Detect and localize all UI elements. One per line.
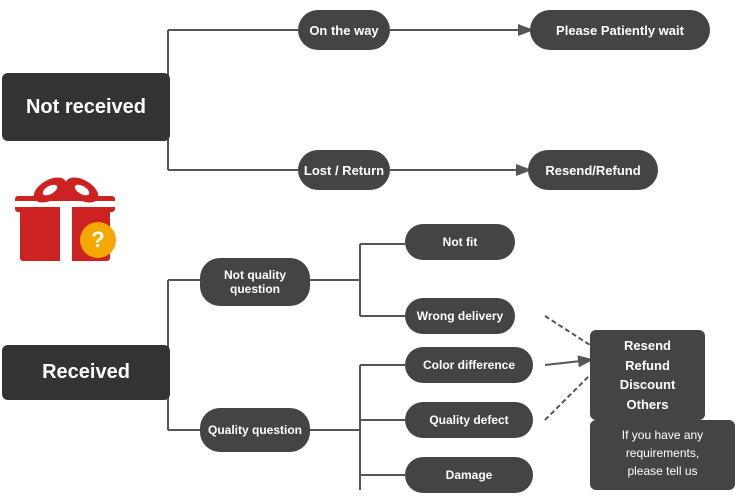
gift-icon: ?	[10, 168, 140, 278]
quality-question-label: Quality question	[208, 423, 302, 437]
resend-options-label: Resend Refund Discount Others	[620, 338, 676, 412]
lost-return-box: Lost / Return	[298, 150, 390, 190]
if-requirements-label: If you have any requirements, please tel…	[622, 428, 703, 478]
not-fit-box: Not fit	[405, 224, 515, 260]
resend-refund-top-box: Resend/Refund	[528, 150, 658, 190]
damage-box: Damage	[405, 457, 533, 493]
on-the-way-box: On the way	[298, 10, 390, 50]
diagram: Not received On the way Please Patiently…	[0, 0, 750, 500]
damage-label: Damage	[446, 468, 493, 482]
received-box: Received	[2, 345, 170, 400]
color-difference-box: Color difference	[405, 347, 533, 383]
resend-options-box: Resend Refund Discount Others	[590, 330, 705, 420]
wrong-delivery-box: Wrong delivery	[405, 298, 515, 334]
on-the-way-label: On the way	[309, 23, 378, 38]
quality-defect-label: Quality defect	[429, 413, 508, 427]
if-requirements-box: If you have any requirements, please tel…	[590, 420, 735, 490]
lost-return-label: Lost / Return	[304, 163, 384, 178]
not-received-box: Not received	[2, 73, 170, 141]
wrong-delivery-label: Wrong delivery	[417, 309, 503, 323]
color-difference-label: Color difference	[423, 358, 515, 372]
not-quality-label: Not quality question	[224, 268, 286, 296]
please-wait-box: Please Patiently wait	[530, 10, 710, 50]
please-wait-label: Please Patiently wait	[556, 23, 684, 38]
svg-text:?: ?	[91, 227, 104, 252]
received-label: Received	[42, 361, 130, 384]
not-quality-box: Not quality question	[200, 258, 310, 306]
quality-question-box: Quality question	[200, 408, 310, 452]
not-fit-label: Not fit	[443, 235, 478, 249]
quality-defect-box: Quality defect	[405, 402, 533, 438]
not-received-label: Not received	[26, 96, 146, 119]
resend-refund-top-label: Resend/Refund	[545, 163, 640, 178]
